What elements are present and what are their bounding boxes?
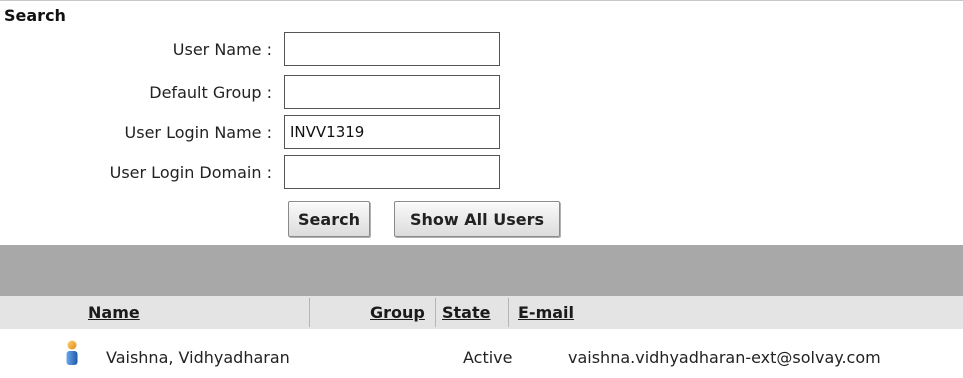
user-login-domain-label: User Login Domain : — [109, 163, 272, 182]
user-login-domain-row: User Login Domain : — [0, 155, 520, 189]
user-login-name-label: User Login Name : — [124, 123, 272, 142]
results-toolbar-bar — [0, 245, 963, 296]
results-table-header: Name Group State E-mail — [0, 296, 963, 329]
user-name-label: User Name : — [172, 40, 272, 59]
user-state-cell: Active — [463, 348, 513, 367]
user-login-domain-input[interactable] — [284, 155, 500, 189]
show-all-users-button[interactable]: Show All Users — [394, 201, 560, 237]
user-name-cell[interactable]: Vaishna, Vidhyadharan — [106, 348, 290, 367]
column-divider — [508, 298, 509, 327]
search-button[interactable]: Search — [288, 201, 370, 237]
default-group-label: Default Group : — [149, 83, 272, 102]
column-header-email[interactable]: E-mail — [518, 296, 574, 329]
column-divider — [435, 298, 436, 327]
user-login-name-input[interactable] — [284, 115, 500, 149]
column-header-state[interactable]: State — [442, 296, 490, 329]
column-divider — [309, 298, 310, 327]
user-login-name-row: User Login Name : — [0, 115, 520, 149]
user-name-input[interactable] — [284, 32, 500, 66]
user-name-row: User Name : — [0, 32, 520, 66]
column-header-group[interactable]: Group — [370, 296, 425, 329]
default-group-row: Default Group : — [0, 75, 520, 109]
user-icon — [66, 340, 78, 365]
top-divider — [0, 0, 963, 1]
table-row[interactable]: Vaishna, Vidhyadharan Active vaishna.vid… — [0, 340, 963, 374]
column-header-name[interactable]: Name — [88, 296, 140, 329]
search-section-title: Search — [4, 6, 66, 25]
user-email-cell: vaishna.vidhyadharan-ext@solvay.com — [568, 348, 881, 367]
default-group-input[interactable] — [284, 75, 500, 109]
